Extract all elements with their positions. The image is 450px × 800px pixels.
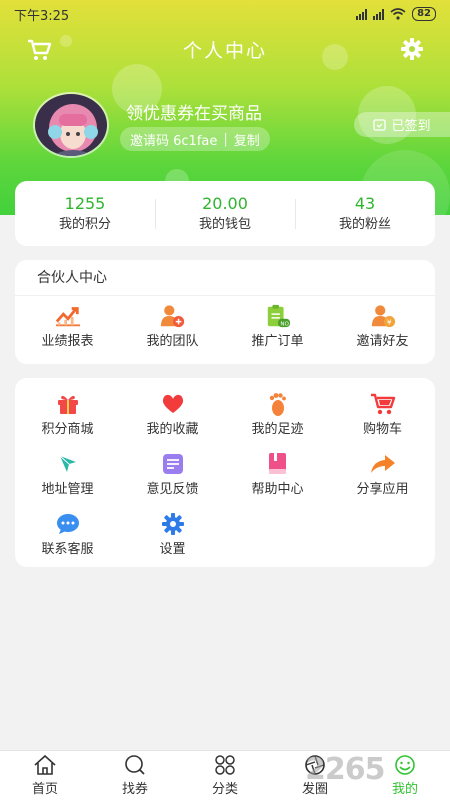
- invite-icon: ¥: [370, 303, 396, 329]
- menu-item-cart[interactable]: 购物车: [330, 384, 435, 444]
- stats-card: 1255 我的积分 20.00 我的钱包 43 我的粉丝: [15, 181, 435, 246]
- header-cart-icon[interactable]: [26, 38, 52, 62]
- team-icon: [160, 303, 186, 329]
- partner-item-orders[interactable]: NO 推广订单: [225, 296, 330, 356]
- stat-fans[interactable]: 43 我的粉丝: [295, 193, 435, 235]
- menu-item-favorites[interactable]: 我的收藏: [120, 384, 225, 444]
- gift-icon: [55, 391, 81, 417]
- menu-item-settings[interactable]: 设置: [120, 504, 225, 564]
- heart-icon: [160, 391, 186, 417]
- order-icon: NO: [265, 303, 291, 329]
- menu-item-help[interactable]: 帮助中心: [225, 444, 330, 504]
- menu-item-feedback[interactable]: 意见反馈: [120, 444, 225, 504]
- menu-item-label: 意见反馈: [146, 481, 199, 497]
- category-icon: [215, 755, 235, 775]
- settings-gear-icon[interactable]: [400, 37, 424, 61]
- tab-label: 分类: [211, 782, 238, 797]
- status-time: 下午3:25: [14, 8, 70, 24]
- partner-item-team[interactable]: 我的团队: [120, 296, 225, 356]
- menu-item-label: 我的足迹: [251, 421, 304, 437]
- menu-card: 积分商城 我的收藏 我的足迹 购物车 地址管理 意见反馈 帮助中心 分享应用 联…: [15, 378, 435, 567]
- menu-item-label: 购物车: [362, 421, 402, 437]
- stat-value: 20.00: [202, 193, 248, 213]
- partner-item-label: 推广订单: [251, 333, 304, 349]
- tab-home[interactable]: 首页: [0, 751, 90, 800]
- battery-indicator: 82: [412, 7, 436, 21]
- tab-label: 我的: [391, 782, 418, 797]
- chart-icon: [55, 303, 81, 329]
- partner-item-label: 邀请好友: [356, 333, 409, 349]
- invite-separator: |: [223, 131, 228, 147]
- status-bar: 下午3:25 82: [0, 0, 450, 28]
- menu-item-label: 联系客服: [41, 541, 94, 557]
- footprint-icon: [265, 391, 291, 417]
- invite-code: 邀请码 6c1fae: [130, 133, 218, 149]
- share-icon: [370, 451, 396, 477]
- tab-category[interactable]: 分类: [180, 751, 270, 800]
- cell-signal-icon-2: [373, 8, 385, 20]
- home-icon: [34, 754, 56, 775]
- menu-item-label: 我的收藏: [146, 421, 199, 437]
- menu-item-points-mall[interactable]: 积分商城: [15, 384, 120, 444]
- menu-item-label: 设置: [159, 541, 186, 557]
- user-name: 领优惠券在买商品: [126, 104, 262, 124]
- stat-label: 我的积分: [58, 216, 111, 232]
- gear-icon: [160, 511, 186, 537]
- stat-label: 我的粉丝: [338, 216, 391, 232]
- tab-label: 找券: [121, 782, 148, 797]
- stat-wallet[interactable]: 20.00 我的钱包: [155, 193, 295, 235]
- stat-value: 1255: [64, 193, 106, 213]
- calendar-check-icon: [373, 119, 387, 131]
- menu-item-label: 积分商城: [41, 421, 94, 437]
- watermark-logo: 2265: [305, 752, 385, 787]
- location-icon: [55, 451, 81, 477]
- stat-points[interactable]: 1255 我的积分: [15, 193, 155, 235]
- menu-item-label: 帮助中心: [251, 481, 304, 497]
- svg-text:¥: ¥: [386, 317, 391, 326]
- signin-button[interactable]: 已签到: [354, 112, 450, 137]
- book-icon: [265, 451, 291, 477]
- copy-button[interactable]: 复制: [234, 130, 260, 149]
- tab-find-coupons[interactable]: 找券: [90, 751, 180, 800]
- profile-icon: [395, 755, 415, 775]
- search-icon: [125, 755, 145, 775]
- menu-item-address[interactable]: 地址管理: [15, 444, 120, 504]
- partner-center-title: 合伙人中心: [15, 260, 435, 296]
- page-title: 个人中心: [182, 39, 267, 62]
- tab-label: 首页: [31, 782, 58, 797]
- partner-item-label: 业绩报表: [41, 333, 94, 349]
- menu-item-share[interactable]: 分享应用: [330, 444, 435, 504]
- chat-icon: [55, 511, 81, 537]
- partner-item-label: 我的团队: [146, 333, 199, 349]
- menu-item-footprint[interactable]: 我的足迹: [225, 384, 330, 444]
- invite-code-pill: 邀请码 6c1fae | 复制: [120, 127, 270, 151]
- stat-label: 我的钱包: [198, 216, 251, 232]
- title-bar: 个人中心: [0, 30, 450, 68]
- avatar[interactable]: [33, 92, 109, 158]
- wifi-icon: [390, 8, 406, 20]
- menu-item-customer-service[interactable]: 联系客服: [15, 504, 120, 564]
- cell-signal-icon: [356, 8, 368, 20]
- stat-value: 43: [354, 193, 376, 213]
- svg-text:NO: NO: [280, 321, 289, 327]
- partner-item-invite[interactable]: ¥ 邀请好友: [330, 296, 435, 356]
- menu-item-label: 分享应用: [356, 481, 409, 497]
- feedback-icon: [160, 451, 186, 477]
- partner-center-card: 合伙人中心 业绩报表 我的团队 NO 推广订单 ¥ 邀请好友: [15, 260, 435, 364]
- menu-item-label: 地址管理: [41, 481, 94, 497]
- partner-item-performance[interactable]: 业绩报表: [15, 296, 120, 356]
- cart-icon: [370, 391, 396, 417]
- signin-label: 已签到: [391, 119, 431, 134]
